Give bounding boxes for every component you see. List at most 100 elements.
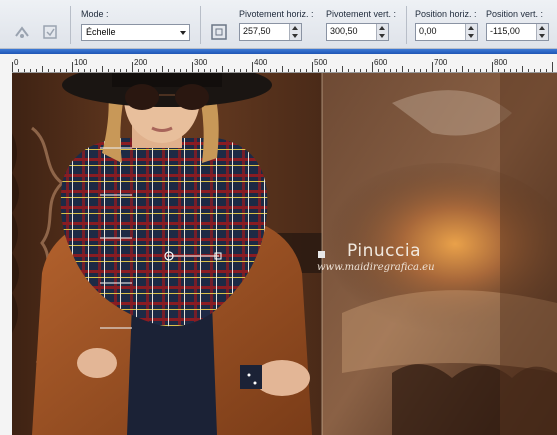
- ruler-tick: [414, 69, 415, 72]
- ruler-tick: [168, 69, 169, 72]
- ruler-tick: [264, 69, 265, 72]
- ruler-tick: [516, 69, 517, 72]
- tool-options-bar: Mode : Échelle Pivotement horiz. : 257,5…: [0, 0, 557, 49]
- pivot-vertical-stepper[interactable]: [376, 24, 388, 40]
- ruler-tick: [60, 69, 61, 72]
- toolbar-separator: [406, 6, 407, 44]
- ruler-tick: [174, 69, 175, 72]
- ruler-tick: [480, 69, 481, 72]
- ruler-tick: [240, 69, 241, 72]
- ruler-tick: [528, 69, 529, 72]
- ruler-tick: [348, 69, 349, 72]
- ruler-tick: [282, 66, 283, 72]
- ruler-tick: [12, 62, 13, 72]
- ruler-tick: [546, 69, 547, 72]
- ruler-tick: [180, 69, 181, 72]
- ruler-tick: [30, 69, 31, 72]
- ruler-tick: [258, 69, 259, 72]
- ruler-tick: [522, 66, 523, 72]
- ruler-tick: [510, 69, 511, 72]
- ruler-mark: 400: [254, 58, 268, 67]
- ruler-tick: [84, 69, 85, 72]
- ruler-tick: [90, 69, 91, 72]
- ruler-tick: [294, 69, 295, 72]
- ruler-tick: [108, 69, 109, 72]
- ruler-mark: 200: [134, 58, 148, 67]
- ruler-tick: [216, 69, 217, 72]
- ruler-tick: [126, 69, 127, 72]
- ruler-mark: 500: [314, 58, 328, 67]
- ruler-tick: [444, 69, 445, 72]
- position-horizontal-value: 0,00: [419, 26, 437, 36]
- reset-tool-icon[interactable]: [12, 22, 32, 42]
- watermark-url: www.maidiregrafica.eu: [317, 262, 435, 273]
- pivot-horizontal-label: Pivotement horiz. :: [239, 9, 314, 19]
- ruler-tick: [150, 69, 151, 72]
- ruler-tick: [120, 69, 121, 72]
- ruler-tick: [474, 69, 475, 72]
- position-horizontal-input[interactable]: 0,00: [415, 23, 478, 41]
- ruler-tick: [540, 69, 541, 72]
- ruler-mark: 0: [14, 58, 19, 67]
- ruler-tick: [270, 69, 271, 72]
- ruler-tick: [450, 69, 451, 72]
- image-canvas[interactable]: Pinuccia www.maidiregrafica.eu: [12, 73, 557, 435]
- transform-grid-icon[interactable]: [209, 22, 229, 42]
- ruler-tick: [234, 69, 235, 72]
- position-vertical-input[interactable]: -115,00: [486, 23, 549, 41]
- ruler-tick: [492, 62, 493, 72]
- toolbar-separator: [200, 6, 201, 44]
- ruler-tick: [156, 69, 157, 72]
- position-vertical-value: -115,00: [490, 26, 520, 36]
- position-horizontal-label: Position horiz. :: [415, 9, 477, 19]
- ruler-tick: [420, 69, 421, 72]
- mode-label: Mode :: [81, 9, 109, 19]
- ruler-tick: [210, 69, 211, 72]
- ruler-tick: [486, 69, 487, 72]
- ruler-tick: [552, 62, 553, 72]
- ruler-tick: [48, 69, 49, 72]
- horizontal-ruler[interactable]: 0 100 200 300 400 500 600 700 800: [0, 54, 557, 73]
- pivot-horizontal-input[interactable]: 257,50: [239, 23, 302, 41]
- ruler-tick: [138, 69, 139, 72]
- ruler-tick: [54, 69, 55, 72]
- ruler-tick: [360, 69, 361, 72]
- ruler-tick: [186, 69, 187, 72]
- ruler-tick: [378, 69, 379, 72]
- ruler-tick: [78, 69, 79, 72]
- ruler-tick: [36, 69, 37, 72]
- mode-value: Échelle: [86, 27, 116, 37]
- ruler-mark: 100: [74, 58, 88, 67]
- ruler-tick: [276, 69, 277, 72]
- ruler-tick: [42, 66, 43, 72]
- pivot-vertical-value: 300,50: [330, 26, 358, 36]
- pivot-horizontal-value: 257,50: [243, 26, 271, 36]
- ruler-tick: [114, 69, 115, 72]
- ruler-tick: [354, 69, 355, 72]
- ruler-tick: [330, 69, 331, 72]
- apply-tool-icon[interactable]: [40, 22, 60, 42]
- ruler-tick: [222, 66, 223, 72]
- ruler-tick: [498, 69, 499, 72]
- ruler-tick: [18, 69, 19, 72]
- ruler-tick: [396, 69, 397, 72]
- ruler-tick: [318, 69, 319, 72]
- ruler-tick: [504, 69, 505, 72]
- ruler-tick: [432, 62, 433, 72]
- ruler-tick: [384, 69, 385, 72]
- position-vertical-stepper[interactable]: [536, 24, 548, 40]
- ruler-tick: [336, 69, 337, 72]
- pivot-horizontal-stepper[interactable]: [289, 24, 301, 40]
- ruler-mark: 300: [194, 58, 208, 67]
- ruler-tick: [312, 62, 313, 72]
- ruler-tick: [462, 66, 463, 72]
- mode-dropdown[interactable]: Échelle: [81, 24, 190, 41]
- position-horizontal-stepper[interactable]: [465, 24, 477, 40]
- ruler-tick: [24, 69, 25, 72]
- ruler-tick: [390, 69, 391, 72]
- ruler-tick: [252, 62, 253, 72]
- ruler-tick: [162, 66, 163, 72]
- ruler-tick: [426, 69, 427, 72]
- pivot-vertical-input[interactable]: 300,50: [326, 23, 389, 41]
- ruler-tick: [300, 69, 301, 72]
